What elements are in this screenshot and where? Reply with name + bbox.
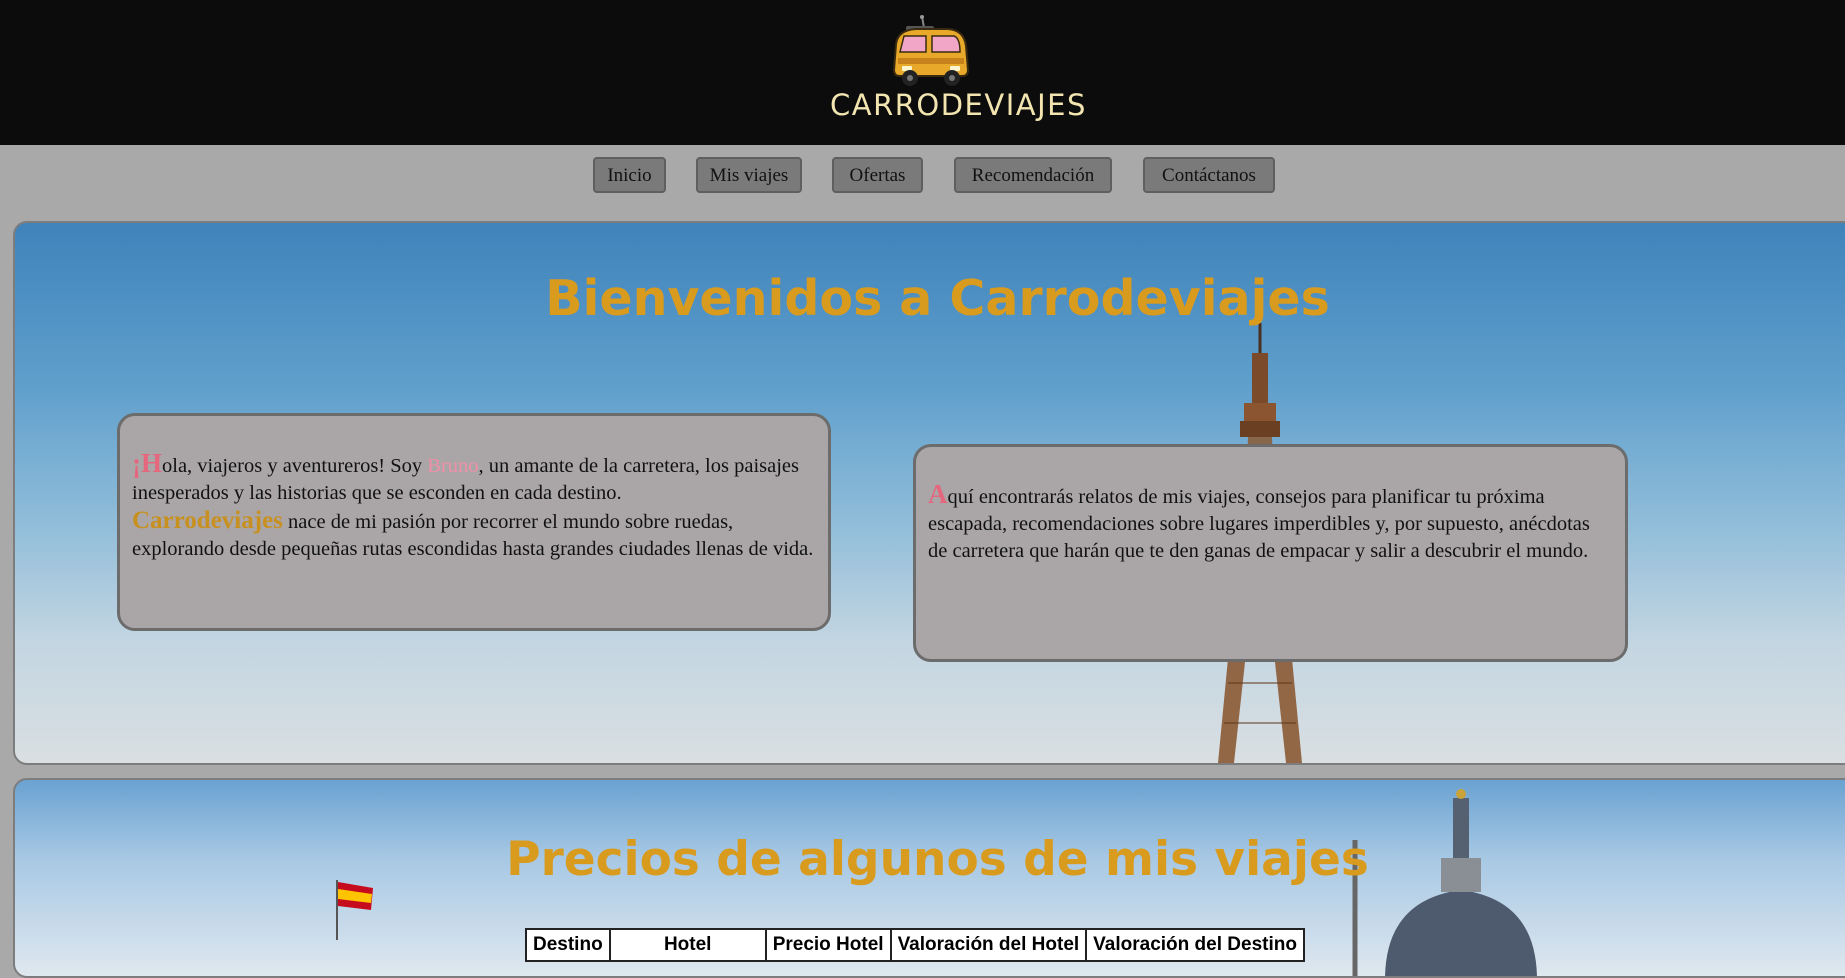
van-icon xyxy=(892,15,970,86)
flag-icon xyxy=(336,880,373,940)
about-drop-cap: A xyxy=(928,479,948,509)
column-header-hotel: Hotel xyxy=(608,928,767,962)
column-header-valoracion-hotel: Valoración del Hotel xyxy=(889,928,1088,962)
intro-text-1: ola, viajeros y aventureros! Soy xyxy=(162,455,428,477)
brand-name: CARRODEVIAJES xyxy=(830,88,1087,122)
intro-card: ¡Hola, viajeros y aventureros! Soy Bruno… xyxy=(117,413,831,631)
site-header: CARRODEVIAJES xyxy=(0,0,1845,145)
column-header-destino: Destino xyxy=(525,928,611,962)
author-name: Bruno xyxy=(427,455,479,477)
nav-recomendacion-button[interactable]: Recomendación xyxy=(954,157,1112,193)
main-nav: Inicio Mis viajes Ofertas Recomendación … xyxy=(0,157,1845,195)
column-header-precio-hotel: Precio Hotel xyxy=(764,928,892,962)
prices-title: Precios de algunos de mis viajes xyxy=(506,832,1369,887)
nav-ofertas-button[interactable]: Ofertas xyxy=(832,157,923,193)
hero-title: Bienvenidos a Carrodeviajes xyxy=(545,270,1330,327)
about-card: Aquí encontrarás relatos de mis viajes, … xyxy=(913,444,1628,662)
welcome-section: Bienvenidos a Carrodeviajes ¡Hola, viaje… xyxy=(13,221,1845,765)
site-logo[interactable]: CARRODEVIAJES xyxy=(830,14,1087,124)
prices-section: Precios de algunos de mis viajes Destino… xyxy=(13,778,1845,978)
brand-highlight: Carrodeviajes xyxy=(132,507,283,534)
prices-table: Destino Hotel Precio Hotel Valoración de… xyxy=(525,928,1305,962)
nav-mis-viajes-button[interactable]: Mis viajes xyxy=(696,157,802,193)
nav-inicio-button[interactable]: Inicio xyxy=(593,157,666,193)
column-header-valoracion-destino: Valoración del Destino xyxy=(1085,928,1305,962)
nav-contactanos-button[interactable]: Contáctanos xyxy=(1143,157,1275,193)
intro-drop-cap: ¡H xyxy=(132,448,162,478)
about-text: quí encontrarás relatos de mis viajes, c… xyxy=(928,486,1590,562)
